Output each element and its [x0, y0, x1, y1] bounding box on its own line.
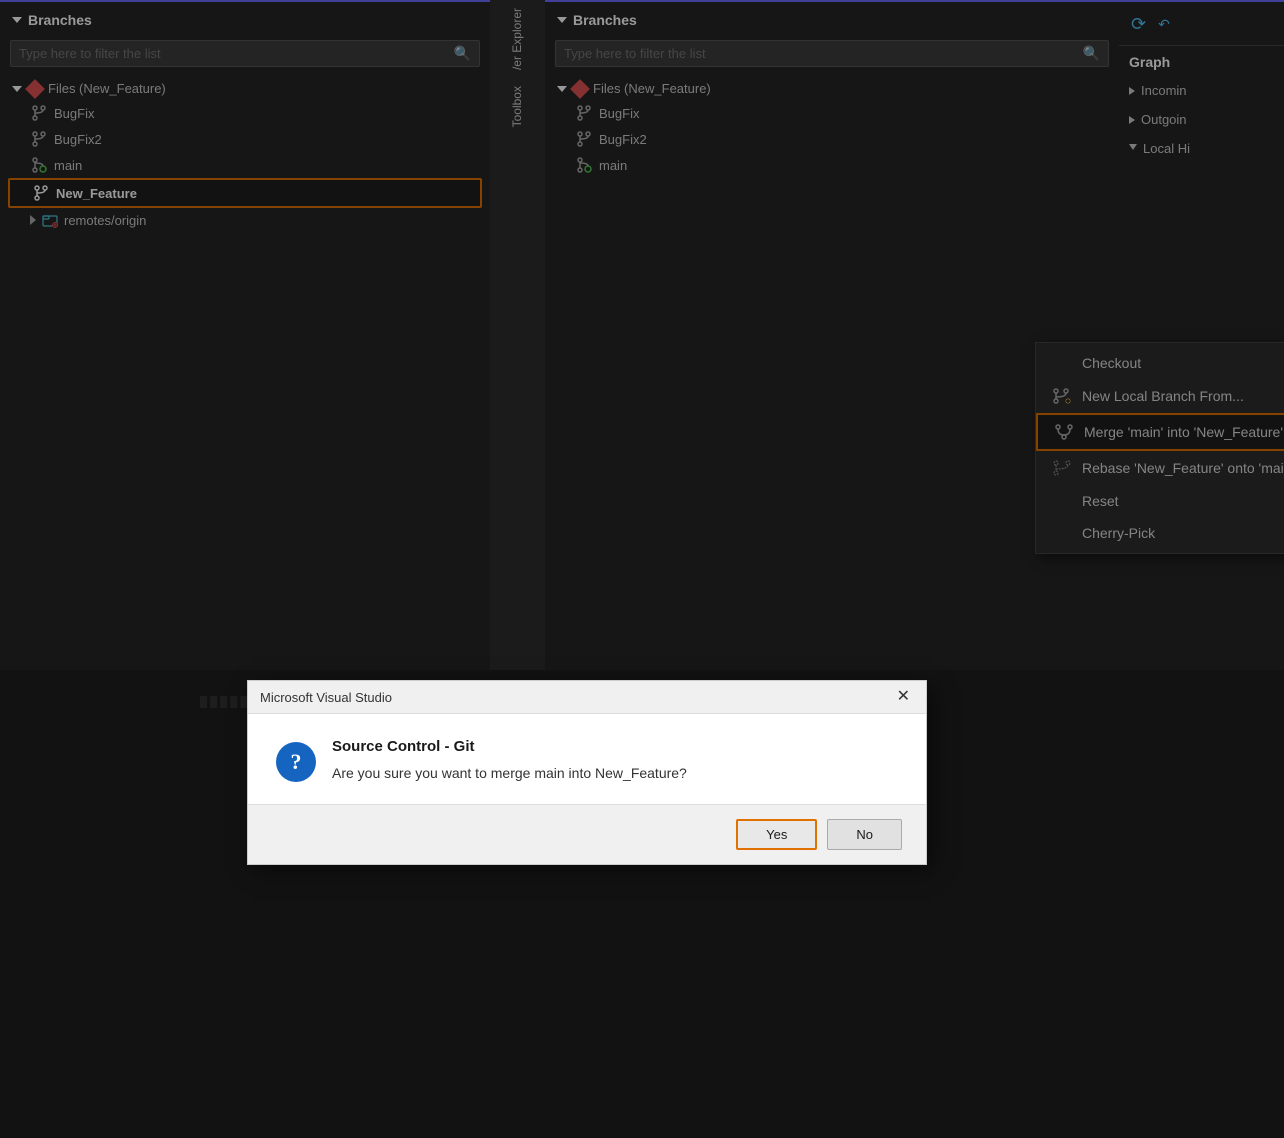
modal-body: ? Source Control - Git Are you sure you …: [248, 714, 926, 804]
modal-text-section: Source Control - Git Are you sure you wa…: [332, 738, 898, 784]
modal-titlebar: Microsoft Visual Studio ✕: [248, 681, 926, 714]
modal-close-button[interactable]: ✕: [893, 689, 914, 705]
modal-overlay: Microsoft Visual Studio ✕ ? Source Contr…: [0, 0, 1284, 1138]
modal-title: Microsoft Visual Studio: [260, 690, 392, 705]
modal-content-row: ? Source Control - Git Are you sure you …: [276, 738, 898, 784]
modal-subtitle: Source Control - Git: [332, 738, 898, 755]
question-icon: ?: [276, 742, 316, 782]
modal-message: Are you sure you want to merge main into…: [332, 763, 898, 784]
modal-dialog: Microsoft Visual Studio ✕ ? Source Contr…: [247, 680, 927, 865]
modal-no-button[interactable]: No: [827, 819, 902, 850]
modal-yes-button[interactable]: Yes: [736, 819, 817, 850]
modal-footer: Yes No: [248, 804, 926, 864]
question-mark-symbol: ?: [291, 749, 302, 775]
